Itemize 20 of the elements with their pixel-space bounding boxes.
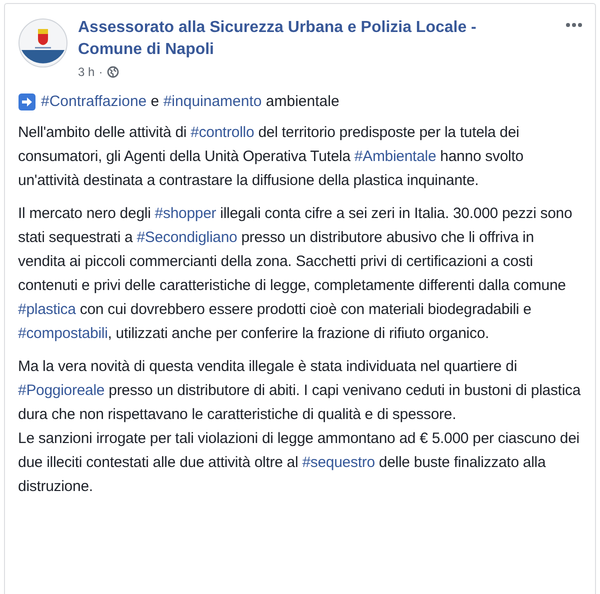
post-paragraph: Nell'ambito delle attività di #controllo del territorio predisposte per la tutela dei consumatori, gli Agenti della Unità Operativa Tutela #Ambientale hanno svolto un'attività destinata a contrastare la diffusione della plastica inquinante. [18, 123, 524, 191]
hashtag-link[interactable]: #compostabili [18, 325, 108, 342]
hashtag-link[interactable]: #Poggioreale [18, 382, 105, 399]
more-options-icon[interactable] [565, 22, 583, 28]
hashtag-link[interactable]: #Contraffazione [41, 93, 147, 110]
hashtag-link[interactable]: #plastica [18, 301, 76, 318]
hashtag-link[interactable]: #shopper [154, 205, 216, 222]
hashtag-link[interactable]: #Ambientale [354, 148, 436, 165]
post-paragraph: Il mercato nero degli #shopper illegali conta cifre a sei zeri in Italia. 30.000 pezzi sono stati sequestrati a #Secondigliano presso un distributore abusivo che li offriva in vendita ai piccoli commercianti della zona. Sacchetti privi di certificazioni a costi contenuti e privi delle caratteristiche di legge, completamente differenti dalla comune #plastica con cui dovrebbero essere prodotti cioè con materiali biodegradabili e #compostabili, utilizzati anche per conferire la frazione di rifiuto organico. [18, 204, 574, 344]
hashtag-link[interactable]: #sequestro [302, 454, 375, 471]
hashtag-link[interactable]: #inquinamento [163, 93, 262, 110]
post-paragraph: Ma la vera novità di questa vendita illegale è stata individuata nel quartiere di #Poggioreale presso un distributore di abiti. I capi venivano ceduti in bustoni di plastica dura che non rispettavano le caratteristiche di qualità e di spessore. Le sanzioni irrogate per tali violazioni di legge ammontano ad € 5.000 per ciascuno dei due illeciti contestati alle due attività oltre al #sequestro delle buste finalizzato alla distruzione. [18, 357, 582, 497]
hashtag-link[interactable]: #controllo [190, 124, 254, 141]
globe-icon [106, 66, 119, 78]
page-logo-icon[interactable] [18, 18, 68, 68]
post-headline: #Contraffazione e #inquinamento ambientale [41, 92, 340, 112]
separator-dot: · [98, 64, 103, 81]
hashtag-link[interactable]: #Secondigliano [136, 229, 238, 246]
page-name-link[interactable]: Assessorato alla Sicurezza Urbana e Polizia Locale - Comune di Napoli [78, 17, 582, 61]
post-time-link[interactable]: 3 h [78, 63, 95, 81]
